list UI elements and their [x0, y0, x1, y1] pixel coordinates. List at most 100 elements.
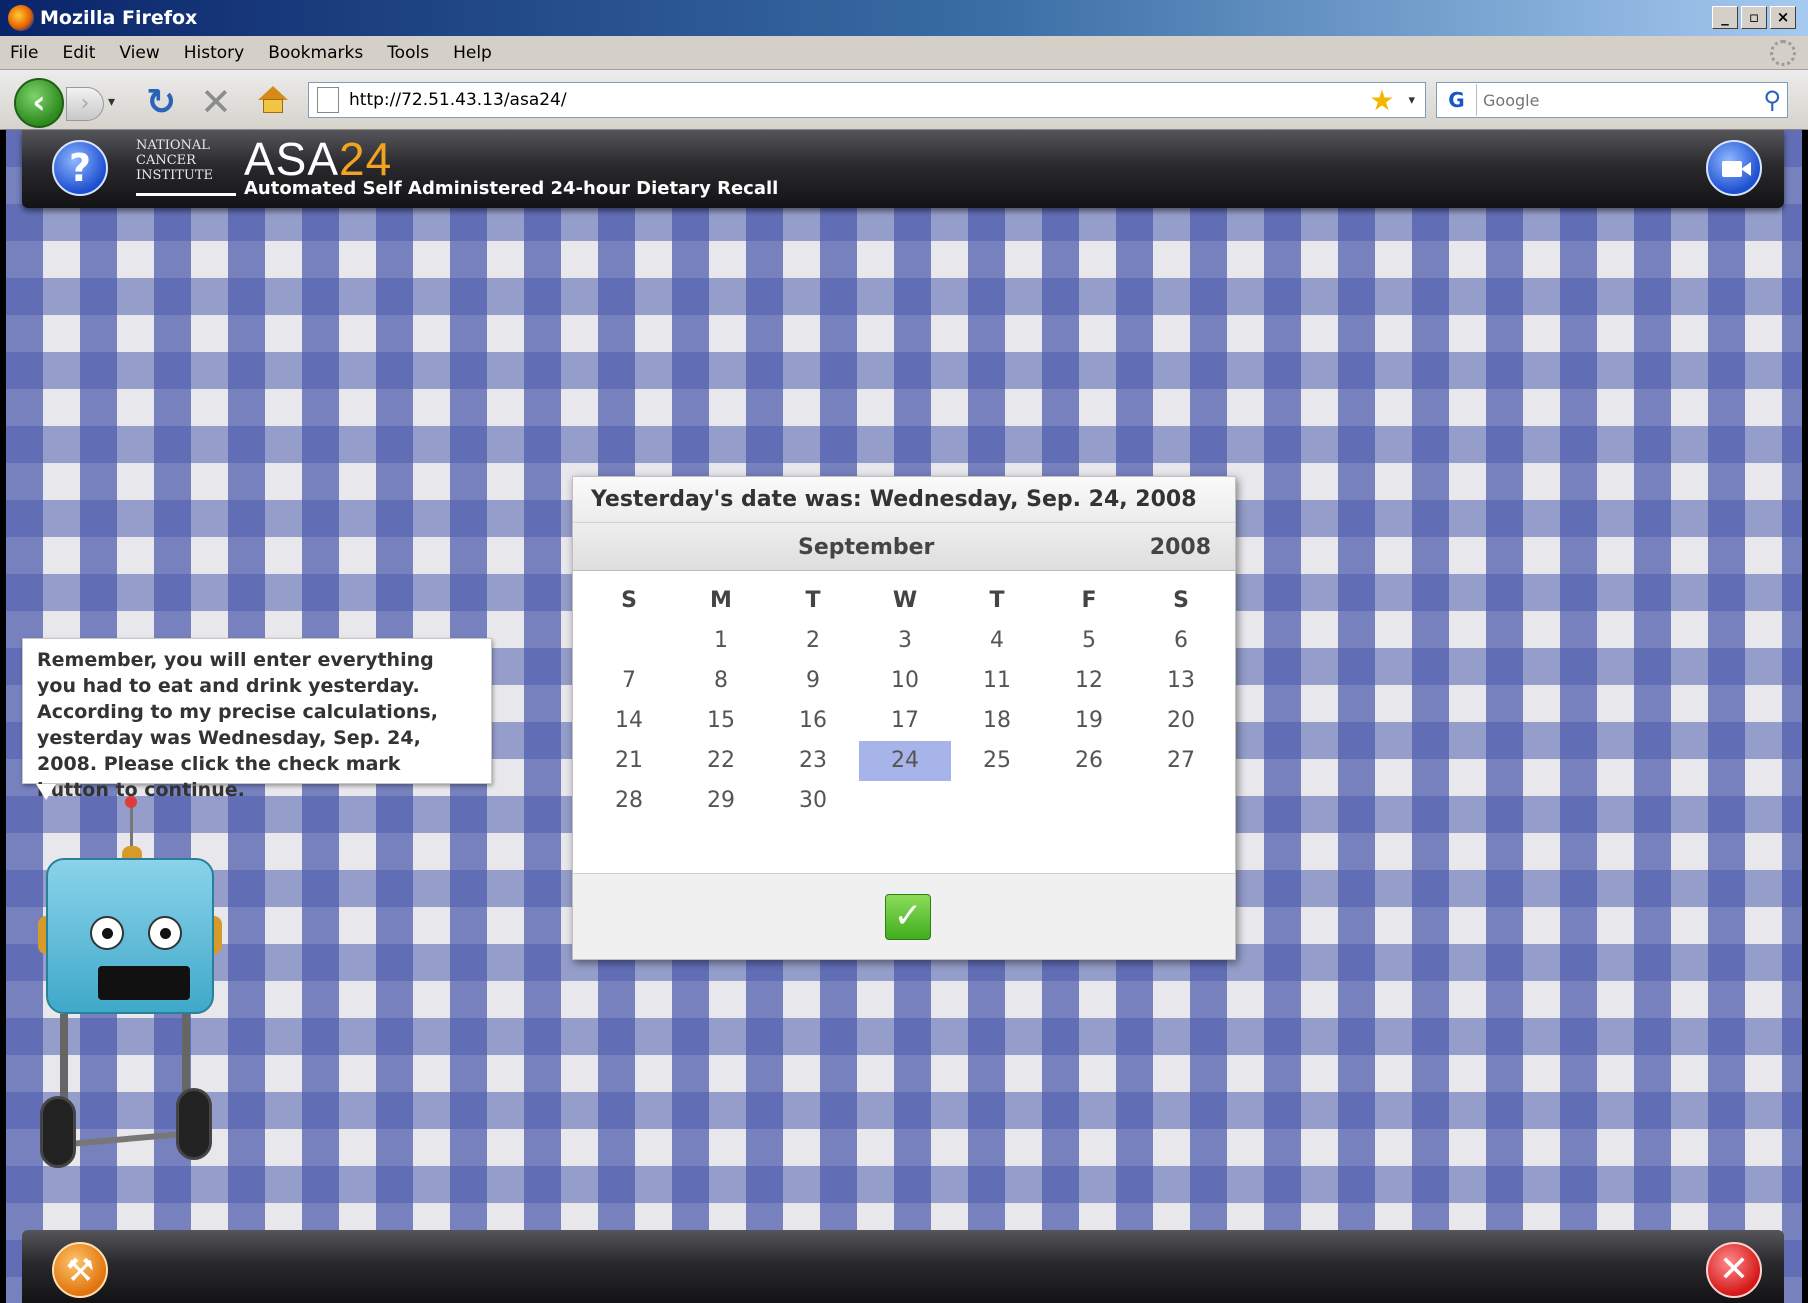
- navigation-toolbar: ‹ › ▾ ↻ ✕ http://72.51.43.13/asa24/ ★ ▾ …: [0, 70, 1808, 130]
- address-text[interactable]: http://72.51.43.13/asa24/: [349, 90, 1369, 110]
- calendar-day[interactable]: 23: [767, 741, 859, 781]
- window-title-bar: Mozilla Firefox _ ▫ ×: [0, 0, 1808, 36]
- weekday-label: T: [805, 588, 821, 613]
- calendar-month: September: [798, 535, 935, 560]
- weekday-label: W: [892, 588, 918, 613]
- home-icon[interactable]: [258, 86, 288, 114]
- calendar-header: September 2008: [573, 523, 1235, 571]
- nci-logo: NATIONAL CANCER INSTITUTE: [136, 138, 236, 196]
- calendar-day[interactable]: 2: [767, 621, 859, 661]
- dialog-title: Yesterday's date was: Wednesday, Sep. 24,…: [573, 477, 1235, 523]
- menu-edit[interactable]: Edit: [62, 43, 95, 63]
- wrench-hammer-icon: ⚒: [65, 1251, 95, 1289]
- calendar-day[interactable]: 25: [951, 741, 1043, 781]
- history-dropdown-icon[interactable]: ▾: [108, 94, 115, 110]
- calendar-day[interactable]: 11: [951, 661, 1043, 701]
- calendar-day[interactable]: 21: [583, 741, 675, 781]
- calendar-year: 2008: [1149, 535, 1211, 560]
- confirm-check-button[interactable]: ✓: [885, 894, 931, 940]
- calendar-day[interactable]: 18: [951, 701, 1043, 741]
- calendar-day[interactable]: 20: [1135, 701, 1227, 741]
- robot-mascot: [20, 796, 230, 1180]
- calendar-day[interactable]: 17: [859, 701, 951, 741]
- menu-help[interactable]: Help: [453, 43, 492, 63]
- calendar-day: [859, 781, 951, 821]
- calendar-week-row: 21 22 23 24 25 26 27: [583, 741, 1227, 781]
- calendar-day[interactable]: 1: [675, 621, 767, 661]
- calendar-day: [951, 781, 1043, 821]
- reload-icon[interactable]: ↻: [146, 82, 176, 123]
- calendar-day[interactable]: 19: [1043, 701, 1135, 741]
- bookmark-star-icon[interactable]: ★: [1369, 84, 1394, 117]
- calendar-grid: S M T W T F S 1 2 3 4 5 6 7 8 9 10 11 12…: [583, 581, 1227, 821]
- google-engine-icon[interactable]: G: [1437, 84, 1477, 116]
- back-button[interactable]: ‹: [14, 78, 64, 128]
- calendar-week-row: 14 15 16 17 18 19 20: [583, 701, 1227, 741]
- dialog-footer: ✓: [573, 873, 1235, 959]
- calendar-day[interactable]: 15: [675, 701, 767, 741]
- calendar-day[interactable]: 4: [951, 621, 1043, 661]
- window-title: Mozilla Firefox: [40, 7, 198, 29]
- help-button[interactable]: ?: [52, 140, 108, 196]
- search-magnifier-icon[interactable]: ⚲: [1763, 86, 1781, 114]
- weekday-header-row: S M T W T F S: [583, 581, 1227, 621]
- search-input[interactable]: [1477, 90, 1764, 110]
- weekday-label: S: [1173, 588, 1189, 613]
- calendar-day[interactable]: 9: [767, 661, 859, 701]
- app-header: ? NATIONAL CANCER INSTITUTE ASA24 Automa…: [22, 130, 1784, 208]
- video-camera-button[interactable]: [1706, 140, 1762, 196]
- date-confirm-dialog: Yesterday's date was: Wednesday, Sep. 24,…: [572, 476, 1236, 960]
- tools-button[interactable]: ⚒: [52, 1242, 108, 1298]
- calendar-day[interactable]: 26: [1043, 741, 1135, 781]
- search-bar[interactable]: G ⚲: [1436, 82, 1788, 118]
- menu-bookmarks[interactable]: Bookmarks: [268, 43, 363, 63]
- calendar-day[interactable]: 12: [1043, 661, 1135, 701]
- address-bar[interactable]: http://72.51.43.13/asa24/ ★ ▾: [308, 82, 1426, 118]
- menu-tools[interactable]: Tools: [387, 43, 429, 63]
- activity-throbber-icon: [1770, 40, 1796, 66]
- minimize-button[interactable]: _: [1712, 6, 1738, 29]
- calendar-day[interactable]: 10: [859, 661, 951, 701]
- calendar-day[interactable]: 7: [583, 661, 675, 701]
- weekday-label: S: [621, 588, 637, 613]
- forward-button[interactable]: ›: [66, 87, 104, 121]
- calendar-day[interactable]: 27: [1135, 741, 1227, 781]
- calendar-day: [1043, 781, 1135, 821]
- calendar-day[interactable]: 16: [767, 701, 859, 741]
- stop-icon[interactable]: ✕: [200, 80, 232, 124]
- calendar-week-row: 1 2 3 4 5 6: [583, 621, 1227, 661]
- calendar-day[interactable]: [583, 621, 675, 661]
- calendar-day[interactable]: 29: [675, 781, 767, 821]
- app-footer: ⚒ ✕: [22, 1230, 1784, 1303]
- calendar-day[interactable]: 5: [1043, 621, 1135, 661]
- weekday-label: F: [1081, 588, 1097, 613]
- menu-history[interactable]: History: [184, 43, 244, 63]
- window-controls: _ ▫ ×: [1712, 6, 1796, 29]
- page-content: ? NATIONAL CANCER INSTITUTE ASA24 Automa…: [6, 130, 1802, 1303]
- exit-button[interactable]: ✕: [1706, 1242, 1762, 1298]
- calendar-day: [1135, 781, 1227, 821]
- close-icon: ✕: [1718, 1249, 1750, 1290]
- firefox-logo-icon: [8, 5, 34, 31]
- calendar-day[interactable]: 3: [859, 621, 951, 661]
- page-icon: [317, 87, 339, 113]
- address-dropdown-icon[interactable]: ▾: [1408, 93, 1415, 108]
- calendar-day[interactable]: 28: [583, 781, 675, 821]
- app-subtitle: Automated Self Administered 24-hour Diet…: [244, 178, 779, 199]
- calendar-day[interactable]: 8: [675, 661, 767, 701]
- calendar-day[interactable]: 22: [675, 741, 767, 781]
- menu-bar: File Edit View History Bookmarks Tools H…: [0, 36, 1808, 70]
- weekday-label: T: [989, 588, 1005, 613]
- calendar-week-row: 28 29 30: [583, 781, 1227, 821]
- restore-button[interactable]: ▫: [1741, 6, 1767, 29]
- video-camera-icon: [1722, 161, 1742, 177]
- close-window-button[interactable]: ×: [1770, 6, 1796, 29]
- calendar-day[interactable]: 14: [583, 701, 675, 741]
- menu-view[interactable]: View: [119, 43, 159, 63]
- calendar-day[interactable]: 30: [767, 781, 859, 821]
- calendar-day-selected[interactable]: 24: [859, 741, 951, 781]
- robot-speech-bubble: Remember, you will enter everything you …: [22, 638, 492, 801]
- calendar-day[interactable]: 6: [1135, 621, 1227, 661]
- menu-file[interactable]: File: [10, 43, 38, 63]
- calendar-day[interactable]: 13: [1135, 661, 1227, 701]
